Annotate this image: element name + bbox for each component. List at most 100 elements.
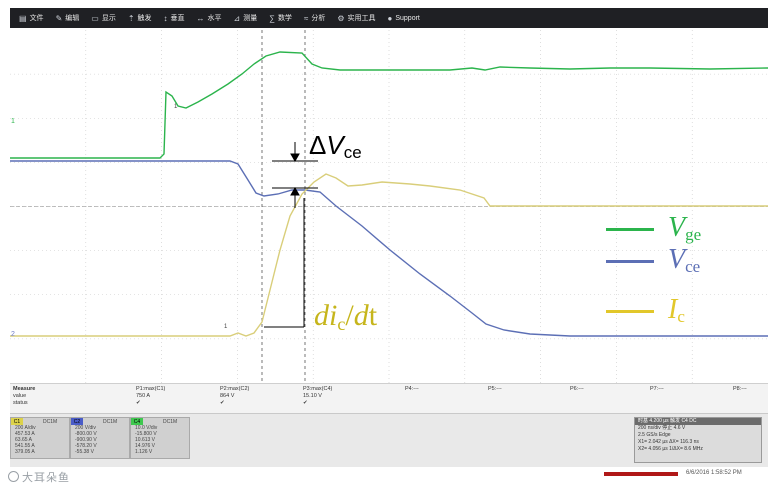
toolbar-button-measure[interactable]: ⊿ 测量	[229, 10, 263, 26]
edit-icon: ✎	[55, 13, 63, 23]
channel-box-c1[interactable]: C1 DC1M 200 A/div 457.53 A 63.65 A 541.55 A 37…	[10, 417, 70, 459]
measure-param-name: P6:---	[570, 386, 584, 392]
scope-menu-bar: ▤ 文件 ✎ 编辑 ▭ 显示 ⇡ 触发 ↕ 垂直 ↔ 水平 ⊿ 测量 ∑ 数学 ≈ 分析 ⚙ 实用工具 ● Support	[10, 8, 768, 28]
status-bar-indicator	[604, 472, 678, 476]
toolbar-button-label: 编辑	[65, 15, 80, 22]
ic-channel-marker: 2	[11, 331, 15, 338]
timebase-row: X1= 2.042 µs ΔX= 116.3 ns	[638, 439, 699, 445]
measure-param-8[interactable]: P8:---	[733, 386, 747, 393]
toolbar-button-trigger[interactable]: ⇡ 触发	[123, 10, 157, 26]
legend-swatch-vce	[606, 260, 654, 263]
toolbar-button-label: 文件	[29, 15, 44, 22]
measure-param-7[interactable]: P7:---	[650, 386, 664, 393]
timebase-row: 2.5 GS/s Edge	[638, 432, 671, 438]
file-icon: ▤	[19, 13, 27, 23]
dic-dt-annotation: dic/dt	[314, 299, 378, 334]
legend-subscript: c	[677, 307, 685, 326]
channel-value: -55.38 V	[75, 449, 94, 455]
toolbar-button-label: 分析	[311, 15, 326, 22]
timebase-row: 时基 4.200 µs 触发 C4 DC	[635, 418, 761, 425]
analysis-icon: ≈	[303, 13, 309, 23]
tools-icon: ⚙	[337, 13, 345, 23]
measure-param-value: 864 V	[220, 393, 235, 399]
display-icon: ▭	[91, 13, 99, 23]
measure-row-label: status	[13, 400, 28, 406]
measure-param-status: ✔	[220, 400, 225, 406]
measure-param-name: P5:---	[488, 386, 502, 392]
toolbar-button-label: 实用工具	[347, 15, 376, 22]
horizontal-icon: ↔	[196, 13, 205, 23]
measure-param-6[interactable]: P6:---	[570, 386, 584, 393]
measure-param-name: P7:---	[650, 386, 664, 392]
vge-channel-marker: 1	[11, 118, 15, 125]
channel-coupling: DC1M	[103, 418, 118, 425]
toolbar-button-horizontal[interactable]: ↔ 水平	[192, 10, 227, 26]
toolbar-button-label: 垂直	[170, 15, 185, 22]
legend-symbol: V	[668, 212, 686, 243]
toolbar-button-analysis[interactable]: ≈ 分析	[299, 10, 330, 26]
channel-header: C1 DC1M	[11, 418, 69, 425]
legend-swatch-vge	[606, 228, 654, 231]
measure-param-2[interactable]: P2:max(C2) 864 V ✔	[220, 386, 249, 407]
channel-panel: 时基 4.200 µs 触发 C4 DC 200 ns/div 停止 4.6 V…	[10, 413, 768, 468]
footer-bar: 大耳朵鱼 6/6/2016 1:58:52 PM	[0, 467, 773, 493]
toolbar-button-label: Support	[395, 14, 420, 22]
measure-icon: ⊿	[233, 13, 241, 23]
legend-label-ic: Ic	[668, 296, 685, 331]
toolbar-button-math[interactable]: ∑ 数学	[264, 10, 297, 26]
toolbar-button-label: 测量	[243, 15, 258, 22]
legend-symbol: I	[668, 294, 678, 325]
measurement-table: Measure value status P1:max(C1) 750 A ✔ P2:max…	[10, 383, 768, 414]
measure-row-label: value	[13, 393, 27, 399]
toolbar-button-display[interactable]: ▭ 显示	[86, 10, 121, 26]
channel-value: 379.05 A	[15, 449, 35, 455]
channel-box-c2[interactable]: C2 DC1M 200 V/div -800.00 V -900.90 V -578.20…	[70, 417, 130, 459]
channel-tag: C2	[71, 418, 83, 425]
legend-swatch-ic	[606, 310, 654, 313]
toolbar-button-tools[interactable]: ⚙ 实用工具	[332, 10, 380, 26]
waveform-display: 1 2 1 1	[10, 30, 768, 383]
measure-param-name: P4:---	[405, 386, 419, 392]
toolbar-button-label: 触发	[137, 15, 152, 22]
measure-param-status: ✔	[303, 400, 308, 406]
channel-coupling: DC1M	[43, 418, 58, 425]
measure-param-4[interactable]: P4:---	[405, 386, 419, 393]
vertical-icon: ↕	[163, 13, 168, 23]
channel-tag: C4	[131, 418, 143, 425]
channel-coupling: DC1M	[163, 418, 178, 425]
measure-param-5[interactable]: P5:---	[488, 386, 502, 393]
measure-param-status: ✔	[136, 400, 141, 406]
math-icon: ∑	[269, 13, 275, 23]
legend-label-vce: Vce	[668, 246, 700, 281]
measure-param-name: P1:max(C1)	[136, 386, 166, 392]
toolbar-button-label: 数学	[277, 15, 292, 22]
acquisition-datetime: 6/6/2016 1:58:52 PM	[686, 470, 742, 476]
measure-param-value: 15.10 V	[303, 393, 322, 399]
toolbar-button-edit[interactable]: ✎ 编辑	[51, 10, 85, 26]
timebase-row: 200 ns/div 停止 4.6 V	[638, 425, 686, 431]
help-icon: ●	[387, 13, 393, 23]
measure-row-labels: Measure value status	[13, 386, 35, 407]
channel-box-c4[interactable]: C4 DC1M 10.0 V/div -15.800 V 10.613 V 14.976 …	[130, 417, 190, 459]
measure-param-name: P2:max(C2)	[220, 386, 250, 392]
toolbar-button-help[interactable]: ● Support	[383, 10, 425, 26]
channel-header: C4 DC1M	[131, 418, 189, 425]
toolbar-button-label: 显示	[101, 15, 116, 22]
watermark: 大耳朵鱼	[8, 469, 70, 485]
legend-subscript: ge	[685, 225, 702, 244]
toolbar-button-vertical[interactable]: ↕ 垂直	[159, 10, 190, 26]
measure-param-name: P3:max(C4)	[303, 386, 333, 392]
legend-symbol: V	[668, 244, 686, 275]
channel-value: 1.126 V	[135, 449, 153, 455]
measure-param-3[interactable]: P3:max(C4) 15.10 V ✔	[303, 386, 332, 407]
toolbar-button-label: 水平	[207, 15, 222, 22]
measure-param-name: P8:---	[733, 386, 747, 392]
channel-tag: C1	[11, 418, 23, 425]
measure-row-label: Measure	[13, 386, 36, 392]
measure-param-1[interactable]: P1:max(C1) 750 A ✔	[136, 386, 165, 407]
channel-header: C2 DC1M	[71, 418, 129, 425]
measure-param-value: 750 A	[136, 393, 151, 399]
delta-vce-annotation: ΔVce	[309, 130, 362, 162]
timebase-box[interactable]: 时基 4.200 µs 触发 C4 DC 200 ns/div 停止 4.6 V…	[634, 417, 762, 463]
toolbar-button-file[interactable]: ▤ 文件	[14, 10, 49, 26]
